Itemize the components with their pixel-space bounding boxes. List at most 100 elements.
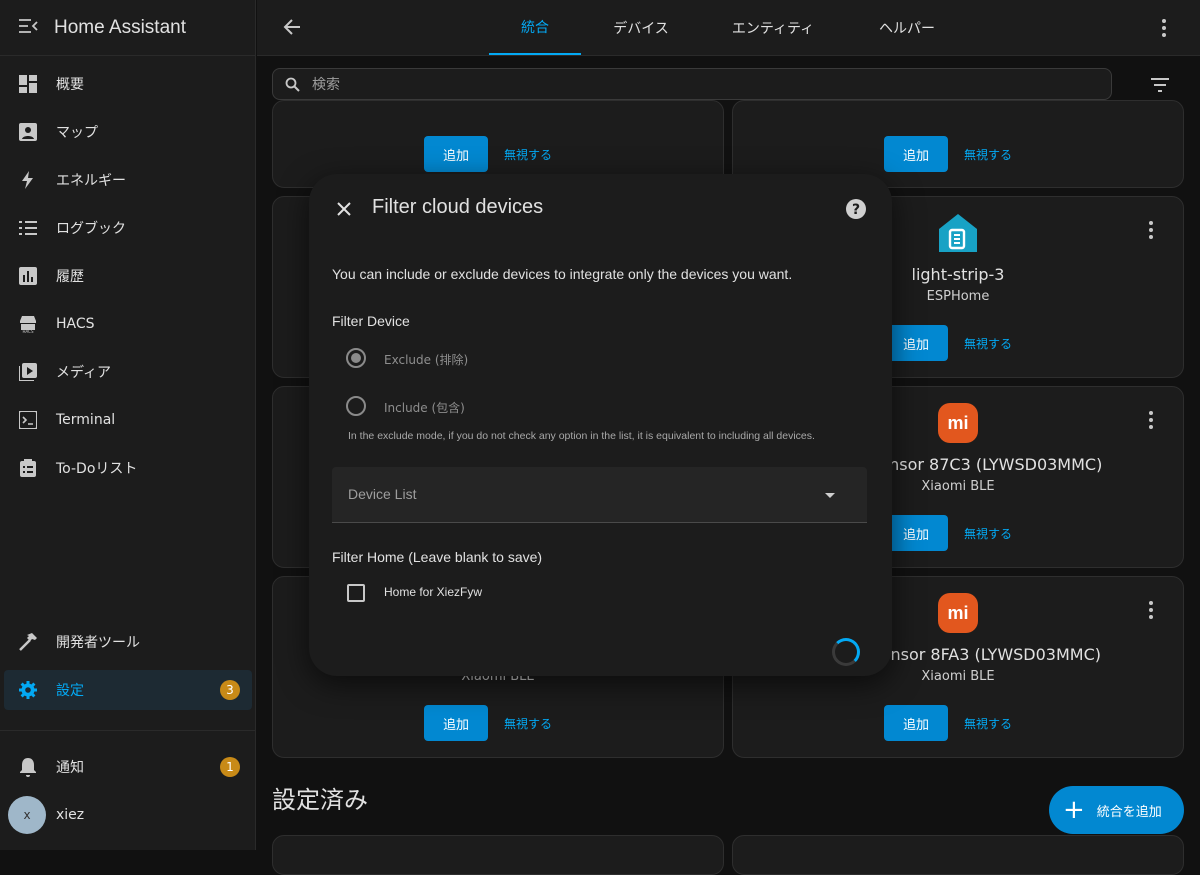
sidebar-item-label: To-Doリスト [56,461,138,477]
include-radio[interactable] [346,396,366,416]
more-vert-icon[interactable] [1162,19,1166,37]
svg-text:HACS: HACS [22,329,33,333]
filter-helper-text: In the exclude mode, if you do not check… [348,430,815,442]
more-vert-icon[interactable] [1149,221,1153,239]
add-button[interactable]: 追加 [884,136,948,172]
sidebar-header: Home Assistant [0,0,255,56]
notification-badge: 1 [220,757,240,777]
sidebar-item-todo[interactable]: To-Doリスト [4,448,252,488]
clipboard-icon [18,458,38,478]
sidebar-item-overview[interactable]: 概要 [4,64,252,104]
filter-icon[interactable] [1150,77,1170,96]
exclude-radio[interactable] [346,348,366,368]
gear-icon [18,680,38,700]
sidebar: Home Assistant 概要 マップ エネルギー ログブック 履歴 HAC… [0,0,256,850]
sidebar-item-label: 概要 [56,77,84,93]
map-icon [18,122,38,142]
search-placeholder: 検索 [312,77,340,93]
chart-icon [18,266,38,286]
sidebar-item-label: Terminal [56,412,116,428]
tab-helpers[interactable]: ヘルパー [857,0,957,55]
settings-badge: 3 [220,680,240,700]
add-integration-label: 統合を追加 [1096,804,1162,820]
sidebar-item-terminal[interactable]: Terminal [4,400,252,440]
media-play-icon [18,362,38,382]
xiaomi-logo: mi [938,403,978,443]
sidebar-item-label: 通知 [56,760,84,776]
ignore-button[interactable]: 無視する [964,515,1012,551]
filter-device-label: Filter Device [332,313,410,329]
ignore-button[interactable]: 無視する [964,136,1012,172]
add-button[interactable]: 追加 [884,705,948,741]
menu-icon[interactable] [18,16,38,40]
sidebar-item-label: 履歴 [56,269,84,285]
sidebar-item-label: 設定 [56,683,84,699]
dialog-description: You can include or exclude devices to in… [332,266,793,282]
device-list-label: Device List [348,486,417,502]
more-vert-icon[interactable] [1149,411,1153,429]
include-radio-label: Include (包含) [384,401,465,415]
sidebar-item-history[interactable]: 履歴 [4,256,252,296]
add-button[interactable]: 追加 [884,325,948,361]
esphome-logo [938,213,978,257]
close-icon[interactable] [336,201,352,221]
more-vert-icon[interactable] [1149,601,1153,619]
dashboard-icon [18,74,38,94]
back-arrow-icon[interactable] [283,18,301,40]
ignore-button[interactable]: 無視する [964,325,1012,361]
help-icon[interactable]: ? [846,199,866,223]
home-checkbox[interactable] [347,584,365,602]
hammer-icon [18,632,38,652]
sidebar-item-label: 開発者ツール [56,635,140,651]
sidebar-item-user[interactable]: x xiez [4,795,252,835]
sidebar-item-label: メディア [56,365,112,381]
sidebar-item-label: エネルギー [56,173,126,189]
loading-spinner [832,638,860,666]
add-integration-button[interactable]: + 統合を追加 [1049,786,1184,834]
bell-icon [18,757,38,777]
sidebar-item-map[interactable]: マップ [4,112,252,152]
exclude-radio-label: Exclude (排除) [384,353,469,367]
tab-devices[interactable]: デバイス [595,0,687,55]
sidebar-item-hacs[interactable]: HACS HACS [4,304,252,344]
device-list-select[interactable]: Device List [332,467,867,523]
lightning-icon [18,170,38,190]
tab-entities[interactable]: エンティティ [719,0,827,55]
sidebar-item-settings[interactable]: 設定 3 [4,670,252,710]
search-icon [285,77,300,92]
svg-text:?: ? [852,202,860,218]
sidebar-item-label: HACS [56,316,95,332]
plus-icon: + [1063,795,1085,825]
add-button[interactable]: 追加 [424,705,488,741]
sidebar-item-notifications[interactable]: 通知 1 [4,747,252,787]
sidebar-item-developer-tools[interactable]: 開発者ツール [4,622,252,662]
ignore-button[interactable]: 無視する [504,705,552,741]
hacs-icon: HACS [18,314,38,334]
dialog-title: Filter cloud devices [372,196,544,218]
sidebar-divider [0,730,256,731]
add-button[interactable]: 追加 [884,515,948,551]
ignore-button[interactable]: 無視する [504,136,552,172]
sidebar-item-media[interactable]: メディア [4,352,252,392]
add-button[interactable]: 追加 [424,136,488,172]
tab-integrations[interactable]: 統合 [489,0,581,55]
search-input[interactable]: 検索 [272,68,1112,100]
filter-cloud-devices-dialog: Filter cloud devices ? You can include o… [309,174,892,676]
avatar: x [8,796,46,834]
dropdown-arrow-icon [825,493,835,498]
top-bar: 統合 デバイス エンティティ ヘルパー [257,0,1200,56]
configured-card [732,835,1184,875]
sidebar-item-label: ログブック [56,221,126,237]
list-icon [18,218,38,238]
app-title: Home Assistant [54,16,186,38]
configured-section-title: 設定済み [272,786,368,814]
sidebar-item-logbook[interactable]: ログブック [4,208,252,248]
sidebar-item-energy[interactable]: エネルギー [4,160,252,200]
home-checkbox-label: Home for XiezFyw [384,585,483,599]
user-name: xiez [56,807,85,823]
sidebar-item-label: マップ [56,125,98,141]
filter-home-label: Filter Home (Leave blank to save) [332,549,543,565]
terminal-icon [18,410,38,430]
configured-card [272,835,724,875]
ignore-button[interactable]: 無視する [964,705,1012,741]
